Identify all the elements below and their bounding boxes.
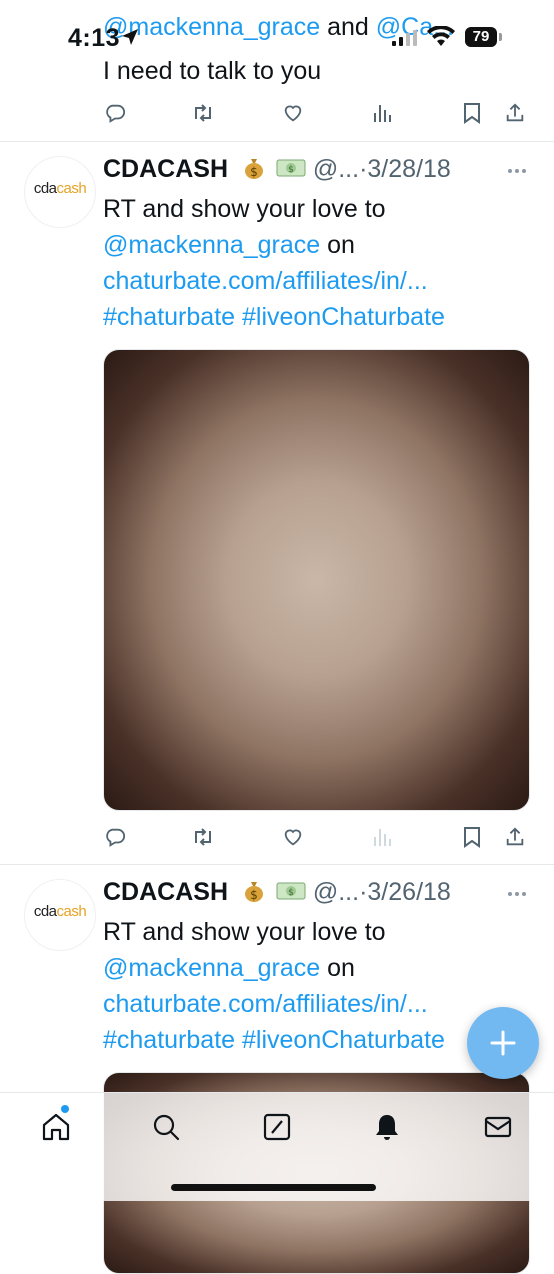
- status-time: 4:13: [68, 24, 121, 52]
- battery-cap: [499, 33, 502, 41]
- retweet-icon[interactable]: [188, 98, 218, 128]
- hashtag-link[interactable]: #chaturbate: [103, 1026, 235, 1054]
- tweet-header: CDACASH $ $ @...·3/26/18: [103, 877, 451, 907]
- dollar-bill-icon: $: [276, 882, 306, 900]
- tweet-text-line: @mackenna_grace on: [103, 230, 355, 260]
- plus-icon: [490, 1030, 516, 1056]
- handle[interactable]: @...: [313, 155, 359, 183]
- compose-button[interactable]: [467, 1007, 539, 1079]
- more-options-icon[interactable]: [502, 889, 532, 899]
- tweet-header: CDACASH $ $ @...·3/28/18: [103, 154, 451, 184]
- home-icon: [42, 1113, 70, 1141]
- hashtag-link[interactable]: #liveonChaturbate: [242, 1026, 445, 1054]
- heart-icon[interactable]: [278, 98, 308, 128]
- search-icon: [153, 1114, 180, 1141]
- tweet-text: RT and show your love to: [103, 918, 386, 946]
- url-link[interactable]: chaturbate.com/affiliates/in/...: [103, 266, 428, 296]
- money-bag-icon: $: [244, 882, 263, 902]
- bell-icon: [376, 1115, 398, 1140]
- wifi-icon: [427, 26, 455, 46]
- mention-link[interactable]: @mackenna_grace: [103, 954, 320, 982]
- views-icon[interactable]: [367, 98, 397, 128]
- cellular-signal-icon: [392, 30, 417, 46]
- avatar[interactable]: cdacash: [24, 879, 96, 951]
- more-options-icon[interactable]: [502, 166, 532, 176]
- avatar[interactable]: cdacash: [24, 156, 96, 228]
- avatar-logo: cdacash: [33, 180, 87, 197]
- home-indicator[interactable]: [171, 1184, 376, 1191]
- svg-text:$: $: [250, 888, 258, 902]
- unread-badge: [61, 1105, 69, 1113]
- tweet-actions: [0, 98, 554, 138]
- location-arrow-icon: [122, 29, 138, 45]
- tweet-text: RT and show your love to: [103, 195, 386, 223]
- svg-text:$: $: [288, 888, 294, 898]
- url-link[interactable]: chaturbate.com/affiliates/in/...: [103, 989, 428, 1019]
- tweet[interactable]: cdacash CDACASH $ $ @...·3/28/18 RT and …: [0, 142, 554, 864]
- views-icon[interactable]: [367, 822, 397, 852]
- heart-icon[interactable]: [278, 822, 308, 852]
- tab-search[interactable]: [150, 1111, 182, 1143]
- tweet-actions: [0, 822, 554, 862]
- tweet-date[interactable]: 3/28/18: [367, 155, 450, 183]
- tab-notifications[interactable]: [371, 1111, 403, 1143]
- bookmark-icon[interactable]: [457, 822, 487, 852]
- retweet-icon[interactable]: [188, 822, 218, 852]
- bottom-tab-bar: [0, 1092, 554, 1201]
- battery-level: 79: [465, 27, 497, 47]
- tab-home[interactable]: [40, 1111, 72, 1143]
- avatar-logo: cdacash: [33, 903, 87, 920]
- svg-text:$: $: [288, 165, 294, 175]
- reply-icon[interactable]: [100, 822, 130, 852]
- share-icon[interactable]: [500, 822, 530, 852]
- svg-text:$: $: [250, 165, 258, 179]
- share-icon[interactable]: [500, 98, 530, 128]
- hashtag-link[interactable]: #chaturbate: [103, 303, 235, 331]
- display-name[interactable]: CDACASH: [103, 155, 228, 183]
- hashtags: #chaturbate #liveonChaturbate: [103, 1025, 445, 1055]
- display-name[interactable]: CDACASH: [103, 878, 228, 906]
- handle[interactable]: @...: [313, 878, 359, 906]
- mail-icon: [484, 1116, 512, 1138]
- tweet-photo[interactable]: [103, 349, 530, 811]
- text-on: on: [320, 954, 355, 982]
- grok-icon: [263, 1113, 291, 1141]
- text-on: on: [320, 231, 355, 259]
- reply-icon[interactable]: [100, 98, 130, 128]
- bookmark-icon[interactable]: [457, 98, 487, 128]
- tweet-date[interactable]: 3/26/18: [367, 878, 450, 906]
- battery-indicator: 79: [465, 27, 503, 47]
- hashtag-link[interactable]: #liveonChaturbate: [242, 303, 445, 331]
- tweet-text-line: @mackenna_grace on: [103, 953, 355, 983]
- dollar-bill-icon: $: [276, 159, 306, 177]
- hashtags: #chaturbate #liveonChaturbate: [103, 302, 445, 332]
- mention-link[interactable]: @mackenna_grace: [103, 231, 320, 259]
- tab-grok[interactable]: [261, 1111, 293, 1143]
- money-bag-icon: $: [244, 159, 263, 179]
- tab-messages[interactable]: [482, 1111, 514, 1143]
- status-bar: 4:13 79: [0, 0, 554, 70]
